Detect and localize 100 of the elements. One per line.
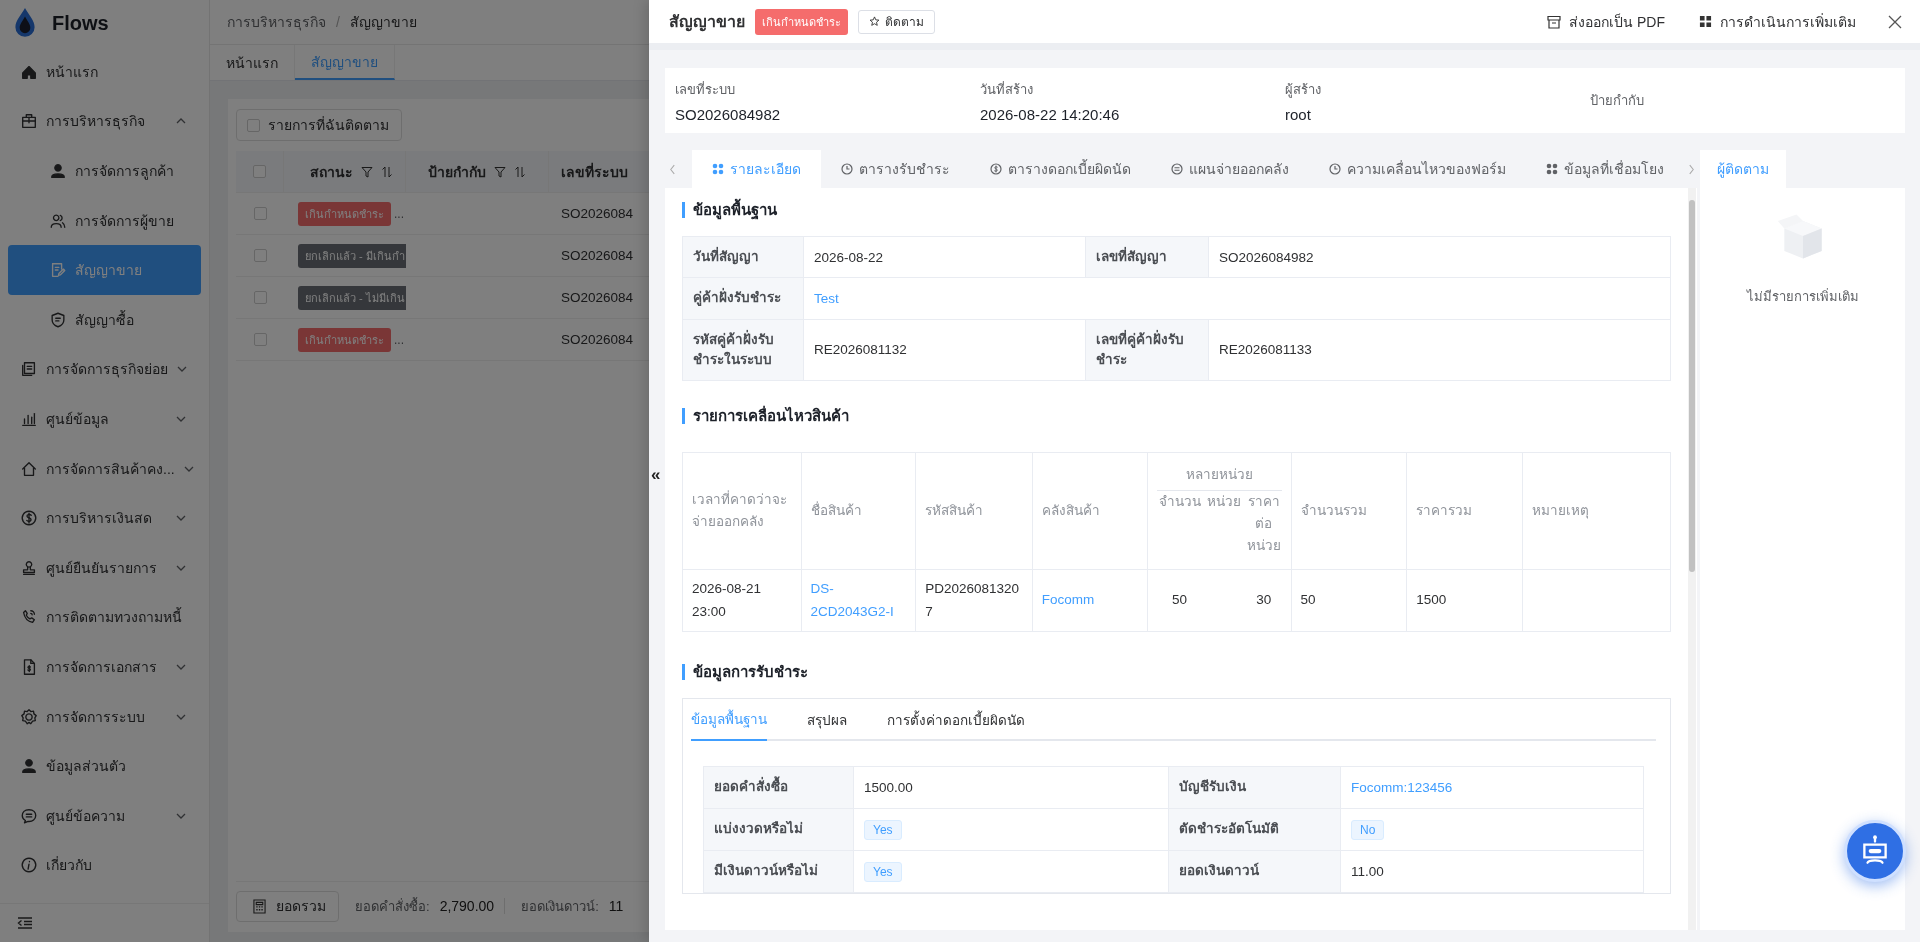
- sidebar-item[interactable]: การจัดการธุรกิจย่อย: [0, 344, 209, 395]
- field-label: เลขที่คู่ค้าฝั่งรับชำระ: [1086, 319, 1209, 381]
- sidebar-item[interactable]: การจัดการผู้ขาย: [8, 195, 201, 246]
- stamp-icon: [20, 558, 38, 577]
- detail-tab[interactable]: รายละเอียด: [692, 150, 821, 188]
- field-value: 1500.00: [864, 780, 913, 795]
- clock-icon: [841, 163, 853, 175]
- field-label: เลขที่ระบบ: [675, 80, 736, 99]
- filter-icon[interactable]: [494, 165, 506, 178]
- filter-icon[interactable]: [361, 165, 373, 178]
- checkbox[interactable]: [253, 165, 266, 178]
- status-tag: ยกเลิกแล้ว - ไม่มีเกิน: [298, 285, 406, 310]
- sidebar-item[interactable]: ศูนย์ยืนยันรายการ: [0, 542, 209, 593]
- account-link[interactable]: Focomm:123456: [1351, 780, 1453, 795]
- field-label: บัญชีรับเงิน: [1169, 767, 1341, 809]
- checkbox[interactable]: [247, 118, 260, 132]
- checkbox[interactable]: [253, 249, 267, 262]
- status-tag: เกินกำหนดชำระ: [755, 8, 848, 35]
- table-cell: SO2026084: [561, 206, 634, 221]
- column-header: จำนวนรวม: [1300, 502, 1367, 518]
- sort-icon[interactable]: [514, 165, 526, 178]
- total-button[interactable]: ยอดรวม: [236, 890, 339, 922]
- page-tab[interactable]: หน้าแรก: [210, 45, 295, 80]
- sidebar-item[interactable]: ศูนย์ข้อความ: [0, 790, 209, 841]
- column-header: ป้ายกำกับ: [428, 162, 486, 182]
- checkbox[interactable]: [253, 291, 267, 304]
- section-heading: ข้อมูลการรับชำระ: [682, 664, 1671, 680]
- status-tag: เกินกำหนดชำระ: [298, 327, 391, 352]
- sidebar-item[interactable]: การจัดการเอกสาร: [0, 642, 209, 692]
- partner-link[interactable]: Test: [814, 290, 839, 306]
- detail-tab[interactable]: ตารางดอกเบี้ยผิดนัด: [970, 150, 1151, 188]
- status-tag: เกินกำหนดชำระ: [298, 201, 391, 226]
- field-label: ตัดชำระอัตโนมัติ: [1169, 809, 1341, 851]
- sidebar-item[interactable]: เกี่ยวกับ: [0, 840, 209, 891]
- field-label: มีเงินดาวน์หรือไม่: [704, 851, 854, 893]
- column-header: เวลาที่คาดว่าจะจ่ายออกคลัง: [692, 491, 787, 529]
- more-text: ...: [394, 332, 404, 347]
- scrollbar[interactable]: [1688, 188, 1696, 930]
- followed-filter-button[interactable]: รายการที่ฉันติดตาม: [236, 109, 402, 141]
- close-icon[interactable]: [1888, 14, 1902, 29]
- sidebar-item[interactable]: ศูนย์ข้อมูล: [0, 394, 209, 444]
- checkbox[interactable]: [253, 207, 267, 220]
- app-name: Flows: [52, 11, 109, 35]
- grid-icon: [1699, 15, 1712, 28]
- dollar-icon: [20, 509, 38, 528]
- stat-label: ยอดคำสั่งซื้อ:: [355, 896, 430, 916]
- payment-tab[interactable]: สรุปผล: [807, 699, 847, 741]
- sidebar-item[interactable]: การติดตามทวงถามหนี้: [0, 592, 209, 643]
- field-value: RE2026081133: [1219, 342, 1312, 358]
- field-label: ยอดคำสั่งซื้อ: [704, 767, 854, 809]
- sidebar-item[interactable]: สัญญาซื้อ: [8, 294, 201, 345]
- action-button[interactable]: ส่งออกเป็น PDF: [1535, 10, 1677, 33]
- chevron-right-icon[interactable]: [1688, 163, 1695, 175]
- follow-button[interactable]: ติดตาม: [858, 9, 935, 34]
- detail-tab[interactable]: ตารางรับชำระ: [821, 150, 970, 188]
- table-cell: 50: [1172, 592, 1187, 608]
- empty-message: ไม่มีรายการเพิ่มเติม: [1746, 287, 1859, 306]
- list-circle-icon: [1171, 163, 1183, 175]
- shield-icon: [49, 310, 67, 329]
- column-header: เลขที่ระบบ: [561, 161, 628, 182]
- collapse-handle[interactable]: «: [651, 466, 661, 483]
- table-cell: 30: [1256, 592, 1272, 608]
- table-cell: SO2026084: [561, 332, 634, 347]
- sidebar-item[interactable]: ข้อมูลส่วนตัว: [0, 741, 209, 791]
- sidebar-item[interactable]: การบริหารเงินสด: [0, 493, 209, 543]
- sidebar-item[interactable]: การจัดการสินค้าคง...: [0, 443, 209, 494]
- more-text: ...: [394, 206, 404, 221]
- detail-tab[interactable]: ข้อมูลที่เชื่อมโยง: [1526, 150, 1684, 188]
- table-cell: SO2026084: [561, 290, 634, 305]
- breadcrumb-link[interactable]: การบริหารธุรกิจ: [227, 11, 326, 33]
- column-header: คลังสินค้า: [1041, 502, 1100, 518]
- followers-tab[interactable]: ผู้ติดตาม: [1700, 150, 1786, 188]
- sidebar-item[interactable]: การจัดการลูกค้า: [8, 146, 201, 196]
- column-header: หมายเหตุ: [1531, 502, 1589, 518]
- table-cell: SO2026084: [561, 248, 634, 263]
- user-icon: [49, 162, 67, 180]
- field-value: root: [1285, 105, 1312, 123]
- payment-tab[interactable]: การตั้งค่าดอกเบี้ยผิดนัด: [887, 699, 1025, 741]
- field-label: คู่ค้าฝั่งรับชำระ: [683, 278, 804, 320]
- collapse-sidebar-icon[interactable]: [17, 917, 33, 929]
- field-value: 2026-08-22: [814, 249, 884, 265]
- warehouse-link[interactable]: Focomm: [1041, 592, 1095, 608]
- sort-icon[interactable]: [381, 165, 393, 178]
- table-cell: 2026-08-21 23:00: [692, 581, 762, 619]
- drawer-title: สัญญาขาย: [669, 12, 745, 34]
- action-button[interactable]: การดำเนินการเพิ่มเติม: [1687, 10, 1868, 33]
- star-icon: [869, 16, 880, 27]
- sidebar-item[interactable]: หน้าแรก: [0, 47, 209, 97]
- briefcase-icon: [20, 112, 38, 131]
- payment-tab[interactable]: ข้อมูลพื้นฐาน: [691, 699, 767, 741]
- checkbox[interactable]: [253, 333, 267, 346]
- detail-tab[interactable]: ความเคลื่อนไหวของฟอร์ม: [1309, 150, 1526, 188]
- chevron-left-icon[interactable]: [669, 163, 676, 175]
- sidebar-item[interactable]: การบริหารธุรกิจ: [0, 96, 209, 147]
- detail-tab[interactable]: แผนจ่ายออกคลัง: [1151, 150, 1309, 188]
- breadcrumb-link[interactable]: สัญญาขาย: [349, 11, 417, 33]
- sidebar-item[interactable]: การจัดการระบบ: [0, 691, 209, 742]
- house-icon: [20, 459, 38, 478]
- chat-icon: [20, 806, 38, 825]
- edit-icon: [49, 261, 67, 280]
